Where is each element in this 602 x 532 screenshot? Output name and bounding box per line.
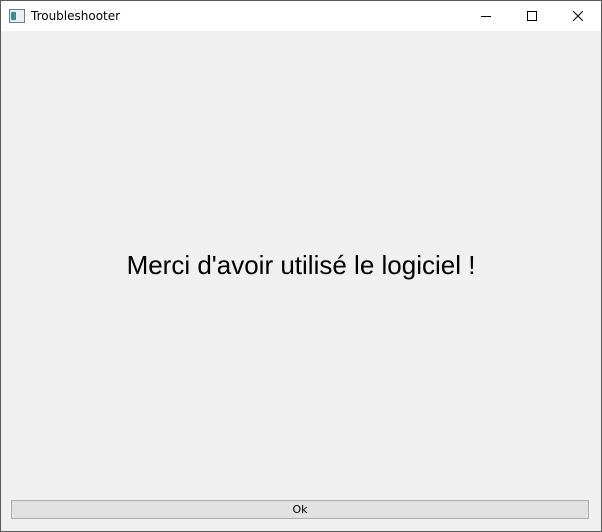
ok-button[interactable]: Ok (11, 500, 589, 519)
title-bar[interactable]: Troubleshooter (1, 1, 601, 31)
minimize-button[interactable] (463, 1, 509, 31)
window-controls (463, 1, 601, 31)
close-button[interactable] (555, 1, 601, 31)
thank-you-message: Merci d'avoir utilisé le logiciel ! (126, 250, 476, 280)
close-icon (573, 11, 583, 21)
window-title: Troubleshooter (31, 9, 121, 23)
app-window-icon (9, 8, 25, 24)
content-area: Merci d'avoir utilisé le logiciel ! Ok (1, 31, 601, 531)
maximize-button[interactable] (509, 1, 555, 31)
ok-button-label: Ok (292, 503, 308, 516)
maximize-icon (527, 11, 537, 21)
troubleshooter-window: Troubleshooter Merci d'avoir utilisé le (0, 0, 602, 532)
minimize-icon (481, 16, 491, 17)
